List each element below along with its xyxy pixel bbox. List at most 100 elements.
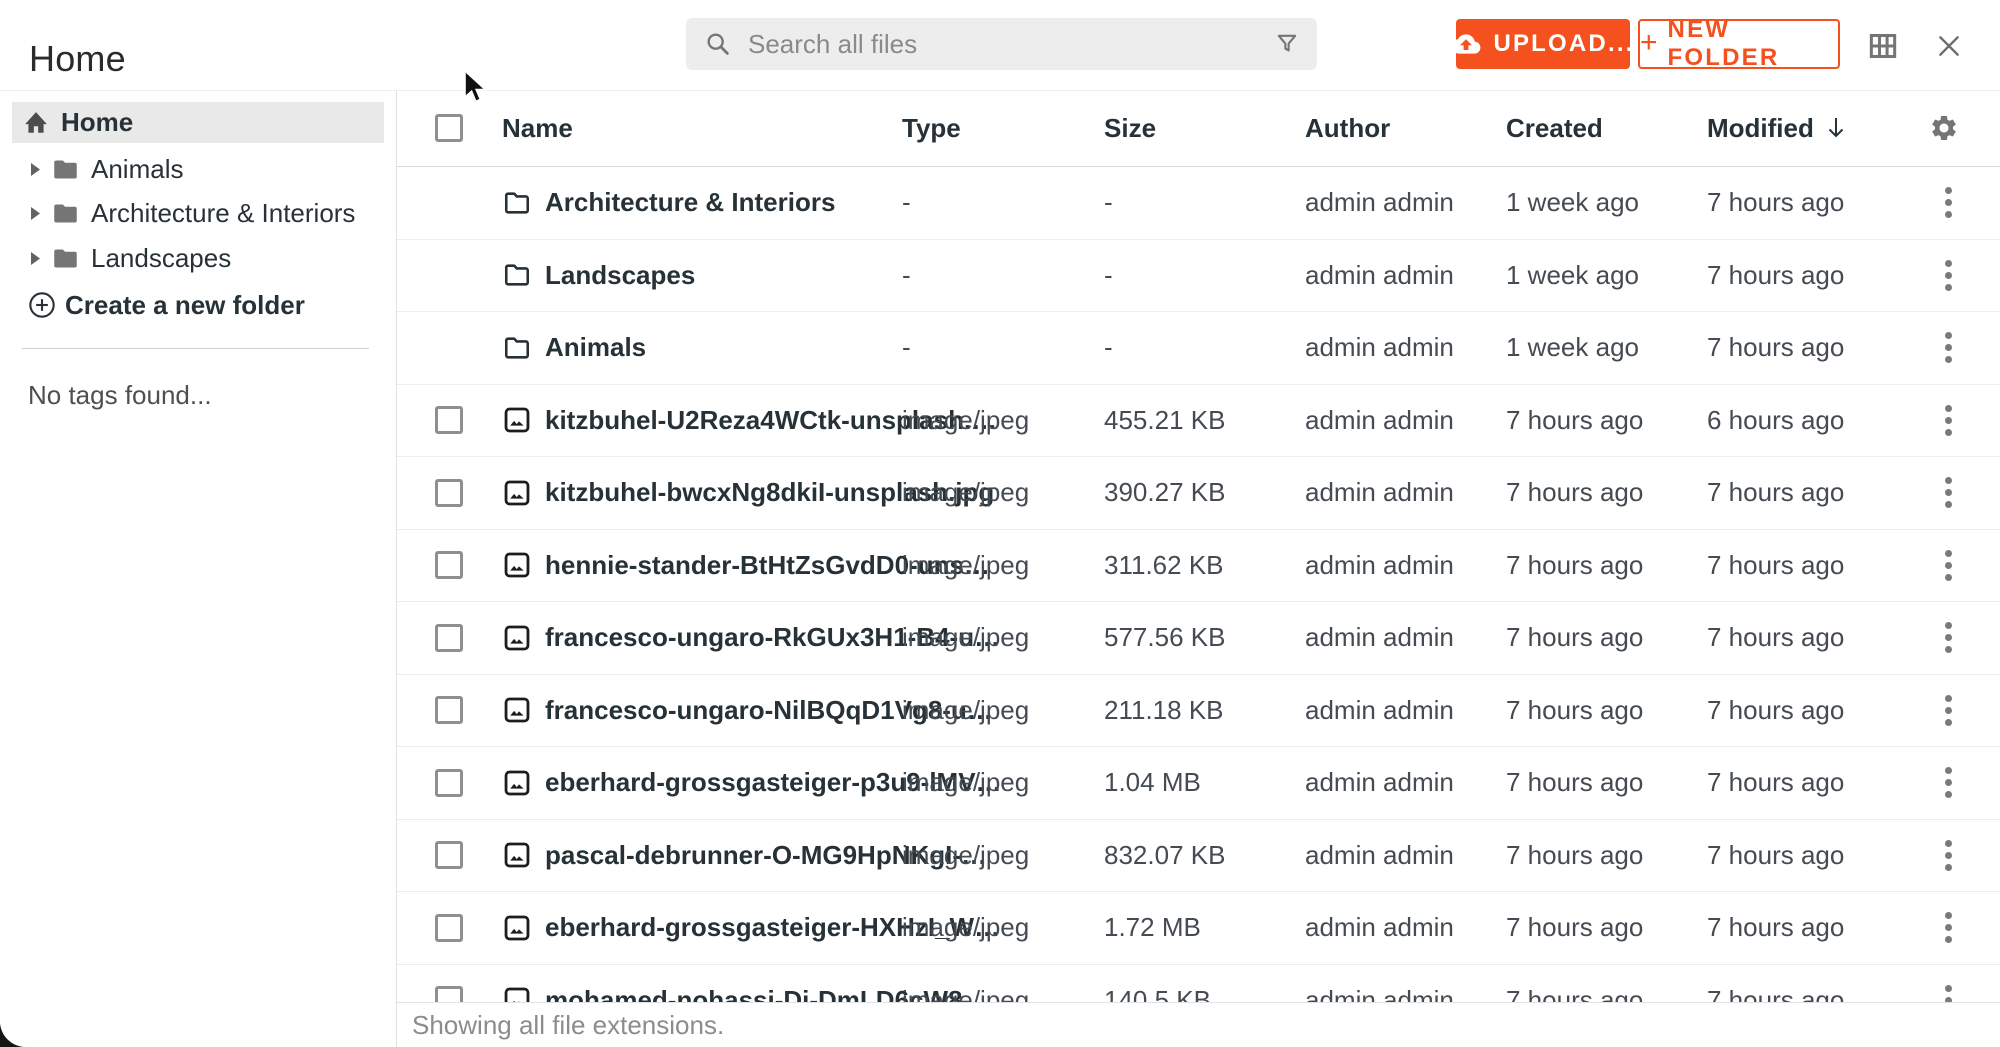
- table-row[interactable]: eberhard-grossgasteiger-p3u9-lMV… image/…: [397, 747, 2000, 820]
- table-row[interactable]: kitzbuhel-U2Reza4WCtk-unsplash.… image/j…: [397, 385, 2000, 458]
- row-size: 211.18 KB: [1104, 695, 1224, 726]
- row-actions-menu[interactable]: [1933, 747, 1963, 819]
- chevron-right-icon[interactable]: [30, 162, 41, 177]
- row-size: 1.04 MB: [1104, 767, 1201, 798]
- upload-button[interactable]: UPLOAD...: [1456, 19, 1630, 69]
- table-settings-button[interactable]: [1921, 90, 1967, 166]
- row-checkbox[interactable]: [435, 769, 463, 797]
- chevron-right-icon[interactable]: [30, 206, 41, 221]
- row-type: image/jpeg: [902, 405, 1029, 436]
- row-actions-menu[interactable]: [1933, 820, 1963, 892]
- row-created: 7 hours ago: [1506, 405, 1643, 436]
- kebab-icon: [1945, 332, 1952, 363]
- row-modified: 7 hours ago: [1707, 622, 1844, 653]
- sidebar-folder-item[interactable]: Animals: [0, 147, 396, 191]
- row-author: admin admin: [1305, 187, 1454, 218]
- row-checkbox[interactable]: [435, 551, 463, 579]
- table-row[interactable]: Architecture & Interiors - - admin admin…: [397, 167, 2000, 240]
- row-checkbox[interactable]: [435, 841, 463, 869]
- column-header-created[interactable]: Created: [1506, 90, 1603, 166]
- table-row[interactable]: francesco-ungaro-NilBQqD1Vg8-u… image/jp…: [397, 675, 2000, 748]
- column-header-author[interactable]: Author: [1305, 90, 1390, 166]
- image-file-icon: [503, 602, 531, 674]
- kebab-icon: [1945, 477, 1952, 508]
- column-header-name[interactable]: Name: [502, 90, 573, 166]
- file-manager-window: Home UPLOAD... + NEW FOLDER: [0, 0, 2000, 1047]
- table-row[interactable]: Landscapes - - admin admin 1 week ago 7 …: [397, 240, 2000, 313]
- create-folder-button[interactable]: Create a new folder: [0, 283, 396, 327]
- gear-icon: [1929, 113, 1959, 143]
- table-row[interactable]: francesco-ungaro-RkGUx3H1-B4-u… image/jp…: [397, 602, 2000, 675]
- row-actions-menu[interactable]: [1933, 167, 1963, 239]
- chevron-right-icon[interactable]: [30, 251, 41, 266]
- status-text: Showing all file extensions.: [412, 1010, 724, 1041]
- row-checkbox[interactable]: [435, 914, 463, 942]
- row-author: admin admin: [1305, 260, 1454, 291]
- row-modified: 7 hours ago: [1707, 912, 1844, 943]
- column-header-type[interactable]: Type: [902, 90, 961, 166]
- row-created: 7 hours ago: [1506, 840, 1643, 871]
- row-modified: 6 hours ago: [1707, 405, 1844, 436]
- row-actions-menu[interactable]: [1933, 675, 1963, 747]
- table-row[interactable]: Animals - - admin admin 1 week ago 7 hou…: [397, 312, 2000, 385]
- sidebar-folder-label: Landscapes: [91, 243, 231, 274]
- filter-icon[interactable]: [1273, 30, 1301, 58]
- column-header-size[interactable]: Size: [1104, 90, 1156, 166]
- kebab-icon: [1945, 187, 1952, 218]
- grid-view-icon: [1869, 33, 1897, 59]
- row-author: admin admin: [1305, 767, 1454, 798]
- row-checkbox[interactable]: [435, 696, 463, 724]
- kebab-icon: [1945, 550, 1952, 581]
- row-actions-menu[interactable]: [1933, 892, 1963, 964]
- table-row[interactable]: kitzbuhel-bwcxNg8dkiI-unsplash.jpg image…: [397, 457, 2000, 530]
- kebab-icon: [1945, 767, 1952, 798]
- sidebar-folder-item[interactable]: Landscapes: [0, 236, 396, 280]
- folder-icon: [52, 158, 79, 181]
- row-modified: 7 hours ago: [1707, 477, 1844, 508]
- row-checkbox[interactable]: [435, 406, 463, 434]
- sidebar-folder-label: Architecture & Interiors: [91, 198, 355, 229]
- close-icon: [1936, 33, 1962, 59]
- row-modified: 7 hours ago: [1707, 260, 1844, 291]
- row-actions-menu[interactable]: [1933, 602, 1963, 674]
- row-type: image/jpeg: [902, 840, 1029, 871]
- search-bar[interactable]: [686, 18, 1317, 70]
- row-type: image/jpeg: [902, 767, 1029, 798]
- grid-view-toggle[interactable]: [1868, 31, 1898, 61]
- row-checkbox[interactable]: [435, 624, 463, 652]
- image-file-icon: [503, 892, 531, 964]
- row-created: 7 hours ago: [1506, 550, 1643, 581]
- row-actions-menu[interactable]: [1933, 530, 1963, 602]
- table-row[interactable]: hennie-stander-BtHtZsGvdD0-uns… image/jp…: [397, 530, 2000, 603]
- table-row[interactable]: eberhard-grossgasteiger-HXHzI_W… image/j…: [397, 892, 2000, 965]
- search-input[interactable]: [746, 28, 1273, 61]
- row-created: 7 hours ago: [1506, 622, 1643, 653]
- kebab-icon: [1945, 695, 1952, 726]
- new-folder-button[interactable]: + NEW FOLDER: [1638, 19, 1840, 69]
- row-checkbox[interactable]: [435, 479, 463, 507]
- table-row[interactable]: pascal-debrunner-O-MG9HpNKgI-… image/jpe…: [397, 820, 2000, 893]
- close-button[interactable]: [1934, 31, 1964, 61]
- row-name-label: Landscapes: [545, 260, 695, 291]
- row-actions-menu[interactable]: [1933, 240, 1963, 312]
- select-all-checkbox[interactable]: [435, 114, 463, 142]
- row-size: 311.62 KB: [1104, 550, 1224, 581]
- row-size: 390.27 KB: [1104, 477, 1225, 508]
- column-header-modified[interactable]: Modified: [1707, 90, 1848, 166]
- row-author: admin admin: [1305, 550, 1454, 581]
- sidebar-folder-item[interactable]: Architecture & Interiors: [0, 192, 396, 236]
- cloud-upload-icon: [1451, 32, 1481, 56]
- row-type: image/jpeg: [902, 622, 1029, 653]
- image-file-icon: [503, 530, 531, 602]
- row-modified: 7 hours ago: [1707, 187, 1844, 218]
- row-size: -: [1104, 260, 1113, 291]
- row-created: 7 hours ago: [1506, 695, 1643, 726]
- sidebar-item-home[interactable]: Home: [12, 102, 384, 143]
- row-actions-menu[interactable]: [1933, 457, 1963, 529]
- row-actions-menu[interactable]: [1933, 385, 1963, 457]
- row-actions-menu[interactable]: [1933, 312, 1963, 384]
- row-type: image/jpeg: [902, 477, 1029, 508]
- image-file-icon: [503, 820, 531, 892]
- image-file-icon: [503, 747, 531, 819]
- status-bar: Showing all file extensions.: [397, 1002, 2000, 1047]
